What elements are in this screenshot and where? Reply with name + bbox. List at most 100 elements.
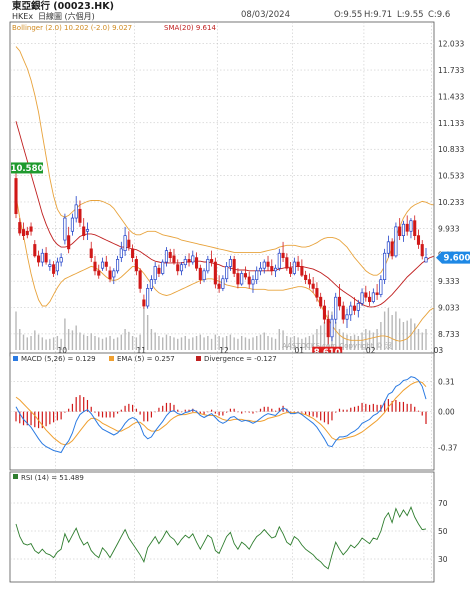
candle-up — [258, 267, 263, 272]
divergence-bar — [214, 411, 216, 414]
candle-up — [149, 279, 153, 289]
bollinger-legend: Bollinger (2.0) 10.202 (-2.0) 9.027 — [12, 24, 132, 32]
rsi-legend: RSI (14) = 51.489 — [21, 474, 84, 482]
candle-down — [25, 230, 29, 236]
candle-down — [29, 226, 33, 232]
quote-close: C:9.6 — [428, 10, 450, 20]
divergence-bar — [410, 403, 412, 412]
candle-down — [236, 273, 240, 285]
volume-bar — [154, 332, 156, 350]
divergence-bar — [229, 408, 232, 412]
volume-bar — [402, 322, 405, 350]
period-high-label: 10.580 — [11, 164, 44, 174]
divergence-bar — [312, 411, 314, 417]
candle-down — [307, 279, 311, 285]
volume-bar — [274, 338, 277, 350]
candle-down — [352, 305, 357, 311]
volume-bar — [30, 336, 32, 350]
candle-down — [405, 223, 409, 232]
divergence-bar — [402, 401, 405, 412]
candle-down — [172, 255, 176, 263]
volume-bar — [67, 329, 70, 350]
exchange-label: HKEx — [12, 12, 33, 21]
divergence-bar — [244, 411, 247, 413]
candle-up — [70, 217, 74, 232]
volume-bar — [22, 334, 25, 350]
divergence-bar — [180, 411, 183, 413]
candle-down — [390, 241, 394, 257]
volume-bar — [15, 311, 17, 350]
volume-bar — [180, 337, 183, 350]
divergence-bar — [154, 411, 156, 413]
candle-down — [52, 264, 56, 274]
divergence-bar — [425, 411, 427, 424]
candle-up — [55, 261, 59, 272]
volume-bar — [229, 334, 232, 350]
price-tick-label: 8.733 — [438, 330, 460, 339]
volume-bar — [207, 336, 209, 350]
volume-bar — [425, 329, 427, 350]
divergence-bar — [274, 410, 277, 412]
divergence-bar — [116, 411, 119, 414]
divergence-bar — [158, 407, 160, 412]
candle-down — [337, 296, 342, 307]
candle-down — [142, 299, 146, 307]
price-tick-label: 11.733 — [438, 66, 464, 75]
divergence-bar — [56, 411, 58, 421]
price-tick-label: 12.033 — [438, 40, 464, 49]
rsi-panel: 70 50 30 RSI (14) = 51.489 — [9, 471, 448, 583]
candle-down — [217, 283, 221, 289]
candle-down — [187, 259, 191, 263]
candle-down — [315, 288, 319, 298]
divergence-bar — [75, 397, 77, 412]
divergence-bar — [132, 404, 134, 412]
candle-down — [281, 252, 285, 258]
divergence-bar — [256, 411, 258, 413]
divergence-bar — [83, 397, 85, 412]
price-axis-ticks: 12.033 11.733 11.433 11.133 10.833 10.533 10.2… — [438, 40, 464, 339]
divergence-bar — [346, 409, 348, 412]
divergence-bar — [387, 399, 389, 412]
candle-down — [198, 267, 202, 280]
macd-tick-label: -0.37 — [438, 444, 458, 453]
volume-bar — [263, 332, 265, 350]
divergence-bar — [252, 411, 254, 414]
divergence-bar — [414, 406, 416, 412]
candle-down — [319, 296, 323, 307]
divergence-bar — [218, 411, 220, 416]
volume-bar — [26, 337, 28, 350]
volume-bar — [75, 325, 77, 350]
candle-down — [210, 259, 214, 263]
rsi-panel-frame — [9, 471, 435, 583]
divergence-bar — [68, 408, 70, 412]
divergence-legend-swatch — [196, 356, 201, 361]
price-tick-label: 11.433 — [438, 92, 464, 101]
macd-legend-swatch — [13, 356, 18, 361]
macd-tick-label: 0.00 — [438, 408, 455, 417]
quote-open: O:9.55 — [334, 10, 362, 20]
volume-bar — [71, 330, 74, 350]
candle-up — [123, 235, 127, 251]
quote-date: 08/03/2024 — [241, 10, 290, 20]
divergence-bar — [357, 405, 359, 412]
volume-bar — [105, 337, 107, 350]
volume-bar — [203, 337, 205, 350]
candle-up — [394, 226, 398, 257]
volume-bar — [150, 329, 153, 350]
candle-up — [206, 259, 210, 272]
candle-down — [416, 235, 421, 245]
candle-down — [266, 261, 270, 267]
volume-bar — [414, 323, 416, 350]
divergence-bar — [113, 411, 115, 418]
volume-bar — [395, 311, 397, 350]
candle-down — [289, 267, 293, 274]
candle-up — [164, 250, 169, 263]
divergence-bar — [259, 408, 262, 412]
rsi-legend-swatch — [13, 474, 18, 479]
divergence-bar — [165, 402, 168, 412]
candle-down — [364, 292, 368, 298]
candle-down — [104, 261, 108, 267]
divergence-bar — [376, 404, 378, 412]
candle-down — [21, 229, 26, 237]
divergence-bar — [94, 411, 96, 413]
